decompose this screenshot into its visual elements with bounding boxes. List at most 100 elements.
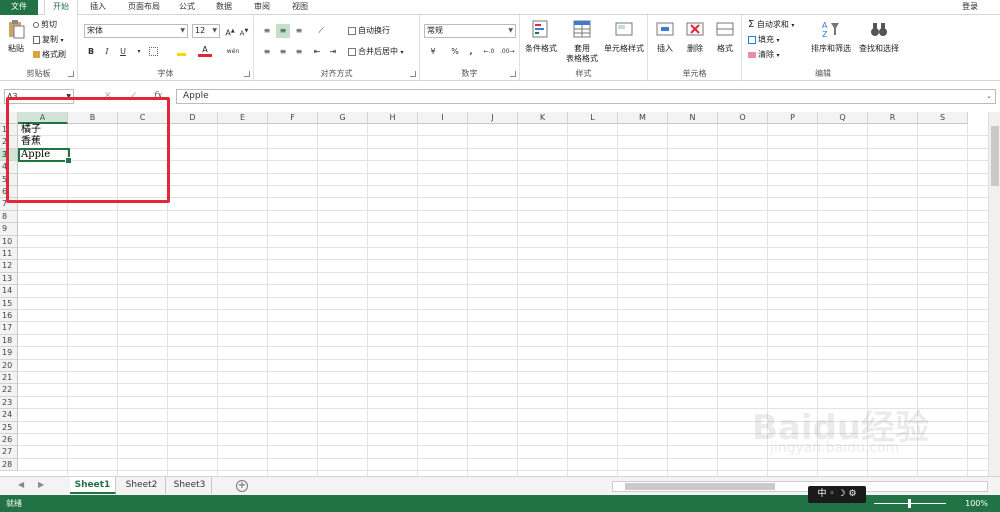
paste-button[interactable]: 粘贴 <box>4 19 28 54</box>
font-name-select[interactable]: 宋体 ▼ <box>84 24 188 38</box>
shrink-font-button[interactable]: A▼ <box>237 24 251 38</box>
tab-view[interactable]: 视图 <box>284 0 316 15</box>
copy-button[interactable]: 复制 ▾ <box>33 34 64 46</box>
row-header-22[interactable]: 22 <box>0 384 18 397</box>
zoom-level[interactable]: 100% <box>965 495 988 512</box>
tab-data[interactable]: 数据 <box>208 0 240 15</box>
align-bottom-icon[interactable]: ≡ <box>292 24 306 38</box>
row-header-17[interactable]: 17 <box>0 322 18 335</box>
add-sheet-button[interactable]: + <box>236 480 248 492</box>
dialog-launcher-icon[interactable] <box>68 71 74 77</box>
vertical-scroll-thumb[interactable] <box>991 126 999 186</box>
find-select-button[interactable]: 查找和选择 <box>856 19 902 54</box>
vertical-scrollbar[interactable] <box>988 112 1000 476</box>
prev-sheet-icon[interactable]: ◀ <box>18 480 24 489</box>
tab-insert[interactable]: 插入 <box>82 0 114 15</box>
dialog-launcher-icon[interactable] <box>410 71 416 77</box>
sheet-tab-1[interactable]: Sheet1 <box>70 477 116 494</box>
horizontal-scrollbar[interactable] <box>612 481 988 492</box>
row-header-28[interactable]: 28 <box>0 458 18 472</box>
row-header-23[interactable]: 23 <box>0 396 18 410</box>
row-header-9[interactable]: 9 <box>0 223 18 236</box>
wrap-text-button[interactable]: 自动换行 <box>348 25 390 36</box>
border-button[interactable] <box>146 45 160 59</box>
tab-home[interactable]: 开始 <box>44 0 78 16</box>
row-header-24[interactable]: 24 <box>0 409 18 422</box>
bold-button[interactable]: B <box>84 45 98 59</box>
sheet-tab-2[interactable]: Sheet2 <box>118 477 166 494</box>
row-header-26[interactable]: 26 <box>0 434 18 447</box>
dialog-launcher-icon[interactable] <box>510 71 516 77</box>
zoom-slider-knob[interactable] <box>908 499 911 508</box>
number-format-select[interactable]: 常规 ▼ <box>424 24 516 38</box>
decrease-indent-icon[interactable]: ⇤ <box>310 45 324 59</box>
column-header-l[interactable]: L <box>568 112 618 124</box>
autosum-button[interactable]: Σ 自动求和 ▾ <box>748 19 794 31</box>
row-header-16[interactable]: 16 <box>0 310 18 323</box>
align-center-icon[interactable]: ≡ <box>276 45 290 59</box>
formula-input[interactable]: Apple ⌄ <box>176 89 996 104</box>
column-header-g[interactable]: G <box>318 112 368 124</box>
dialog-launcher-icon[interactable] <box>244 71 250 77</box>
ime-toolbar[interactable]: 中 ◦ ☽ ⚙ <box>808 486 866 503</box>
font-color-button[interactable]: A <box>198 45 212 57</box>
delete-cells-button[interactable]: 删除 <box>682 19 708 54</box>
align-right-icon[interactable]: ≡ <box>292 45 306 59</box>
row-header-14[interactable]: 14 <box>0 285 18 298</box>
next-sheet-icon[interactable]: ▶ <box>38 480 44 489</box>
italic-button[interactable]: I <box>100 45 114 59</box>
decrease-decimal-icon[interactable]: .00→ <box>500 45 515 59</box>
row-header-20[interactable]: 20 <box>0 359 18 372</box>
column-header-i[interactable]: I <box>418 112 468 124</box>
column-header-f[interactable]: F <box>268 112 318 124</box>
orientation-icon[interactable]: ⟋ <box>314 24 328 38</box>
column-header-e[interactable]: E <box>218 112 268 124</box>
comma-button[interactable]: , <box>464 45 478 59</box>
tab-review[interactable]: 审阅 <box>246 0 278 15</box>
increase-indent-icon[interactable]: ⇥ <box>326 45 340 59</box>
tab-file[interactable]: 文件 <box>0 0 38 15</box>
row-header-25[interactable]: 25 <box>0 421 18 434</box>
phonetic-button[interactable]: wén <box>226 45 240 59</box>
underline-button[interactable]: U <box>116 45 130 59</box>
column-header-q[interactable]: Q <box>818 112 868 124</box>
align-middle-icon[interactable]: ≡ <box>276 24 290 38</box>
login-link[interactable]: 登录 <box>962 0 978 14</box>
row-header-21[interactable]: 21 <box>0 372 18 385</box>
column-header-h[interactable]: H <box>368 112 418 124</box>
cell-styles-button[interactable]: 单元格样式 <box>602 19 646 54</box>
column-header-n[interactable]: N <box>668 112 718 124</box>
format-painter-button[interactable]: 格式刷 <box>33 49 66 60</box>
row-header-15[interactable]: 15 <box>0 297 18 310</box>
row-header-18[interactable]: 18 <box>0 334 18 348</box>
column-header-s[interactable]: S <box>918 112 968 124</box>
align-top-icon[interactable]: ≡ <box>260 24 274 38</box>
tab-formulas[interactable]: 公式 <box>172 0 202 15</box>
horizontal-scroll-thumb[interactable] <box>625 483 775 490</box>
column-header-p[interactable]: P <box>768 112 818 124</box>
row-header-11[interactable]: 11 <box>0 248 18 261</box>
row-header-12[interactable]: 12 <box>0 260 18 273</box>
row-header-10[interactable]: 10 <box>0 235 18 248</box>
row-header-8[interactable]: 8 <box>0 210 18 224</box>
font-size-select[interactable]: 12 ▼ <box>192 24 220 38</box>
align-left-icon[interactable]: ≡ <box>260 45 274 59</box>
column-header-m[interactable]: M <box>618 112 668 124</box>
column-header-d[interactable]: D <box>168 112 218 124</box>
column-header-o[interactable]: O <box>718 112 768 124</box>
sheet-tab-3[interactable]: Sheet3 <box>168 477 212 494</box>
clear-button[interactable]: 清除 ▾ <box>748 49 780 61</box>
format-as-table-button[interactable]: 套用 表格格式 <box>564 19 600 64</box>
format-cells-button[interactable]: 格式 <box>712 19 738 54</box>
row-header-27[interactable]: 27 <box>0 446 18 459</box>
currency-button[interactable]: ¥ <box>426 45 440 59</box>
column-header-j[interactable]: J <box>468 112 518 124</box>
fill-color-button[interactable] <box>174 45 188 59</box>
conditional-format-button[interactable]: 条件格式 <box>522 19 560 54</box>
fill-button[interactable]: 填充 ▾ <box>748 34 780 46</box>
tab-page-layout[interactable]: 页面布局 <box>120 0 168 15</box>
grow-font-button[interactable]: A▲ <box>223 24 237 38</box>
increase-decimal-icon[interactable]: ←.0 <box>482 45 496 59</box>
cut-button[interactable]: 剪切 <box>33 19 57 30</box>
row-header-13[interactable]: 13 <box>0 272 18 286</box>
